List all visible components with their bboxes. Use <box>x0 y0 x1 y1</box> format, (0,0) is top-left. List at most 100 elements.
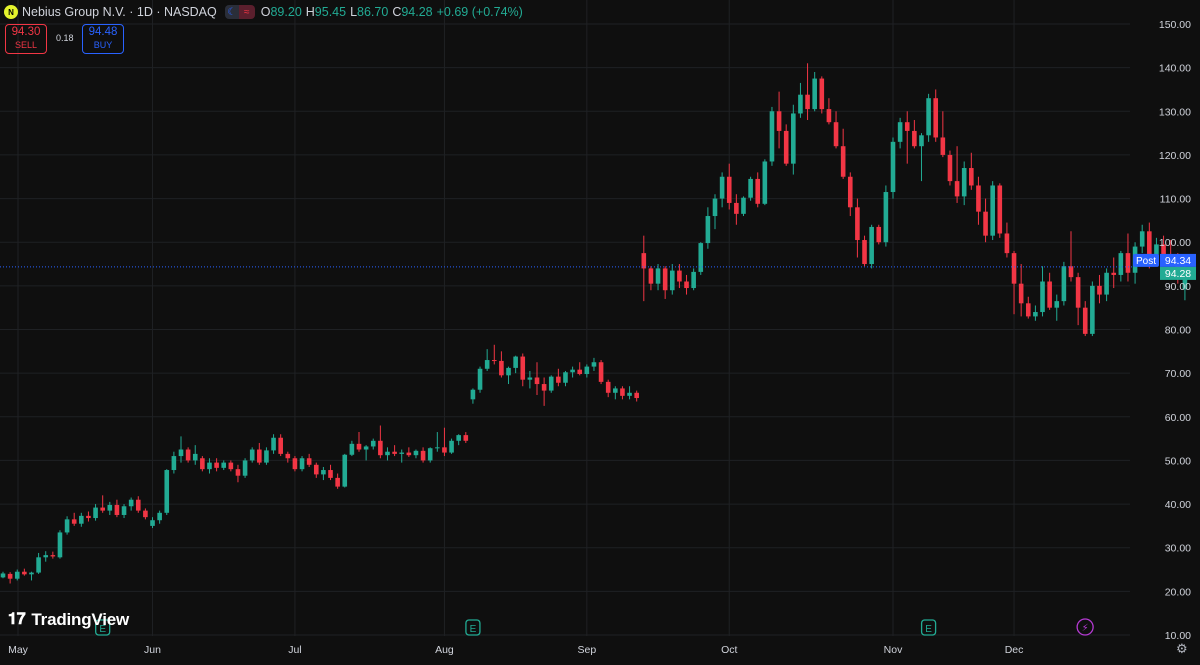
candle-body <box>726 176 732 203</box>
earnings-icon[interactable]: E <box>920 619 937 636</box>
candle <box>271 434 276 454</box>
earnings-icon[interactable]: E <box>465 619 481 636</box>
candle-body <box>734 202 739 214</box>
candle-body <box>605 381 611 393</box>
price-axis[interactable]: 10.0020.0030.0040.0050.0060.0070.0080.00… <box>1133 19 1196 642</box>
candle <box>143 508 148 520</box>
candle <box>897 117 903 149</box>
candle-body <box>463 435 469 441</box>
candle-body <box>862 240 867 265</box>
candle <box>449 438 454 454</box>
candle-body <box>378 440 383 456</box>
candle <box>620 386 625 400</box>
candle-body <box>299 458 305 470</box>
buy-label: BUY <box>93 40 113 50</box>
candle <box>121 504 127 519</box>
candle-body <box>890 141 896 193</box>
dividend-icon[interactable]: ⚡ <box>1076 618 1094 636</box>
candle-body <box>805 94 810 110</box>
candle-body <box>826 109 832 123</box>
candle-body <box>264 450 269 463</box>
candle <box>1125 233 1131 282</box>
symbol-title[interactable]: Nebius Group N.V. · 1D · NASDAQ <box>22 5 217 19</box>
candle <box>57 530 63 559</box>
close-label: C <box>392 5 402 19</box>
candle-body <box>22 571 27 575</box>
candle-body <box>677 270 682 282</box>
spread-value: 0.18 <box>56 33 74 43</box>
candle-body <box>71 519 77 524</box>
candle <box>292 456 298 472</box>
candle-body <box>1061 266 1067 302</box>
tradingview-logo[interactable]: 𝟏𝟕 TradingView <box>8 610 129 630</box>
candle-body <box>876 226 882 243</box>
candle-body <box>840 146 846 177</box>
candle <box>242 458 248 478</box>
candle-body <box>648 268 654 284</box>
time-axis[interactable]: May Jun Jul Aug Sep Oct Nov Dec <box>8 644 1023 656</box>
candle <box>1097 274 1102 304</box>
time-tick-label: Jul <box>288 644 301 656</box>
earnings-marker-label: E <box>470 624 477 635</box>
sell-label: SELL <box>14 40 38 50</box>
candle <box>769 106 775 166</box>
candle-body <box>1025 303 1031 317</box>
candle-body <box>904 122 910 131</box>
buy-button[interactable]: 94.48 BUY <box>82 24 124 54</box>
candle <box>641 235 647 302</box>
chart-grid <box>0 0 1130 636</box>
candle <box>378 425 383 459</box>
candle-body <box>548 376 554 391</box>
high-value: 95.45 <box>314 5 347 19</box>
candle <box>869 224 874 269</box>
candle-body <box>93 507 98 519</box>
candle-body <box>235 469 241 476</box>
price-tick-label: 70.00 <box>1165 368 1191 380</box>
candle-body <box>399 452 405 454</box>
candle-body <box>926 98 931 136</box>
candle <box>919 133 924 182</box>
candle <box>556 368 561 387</box>
candle <box>1082 301 1088 337</box>
candle-body <box>484 360 490 369</box>
candle-body <box>499 360 504 376</box>
candle <box>356 432 362 452</box>
price-tick-label: 80.00 <box>1165 325 1191 337</box>
candle-body <box>1054 301 1060 308</box>
candle <box>677 264 682 289</box>
candle-body <box>762 161 768 204</box>
candle <box>200 456 205 472</box>
candle <box>862 235 867 267</box>
candle-body <box>100 507 105 511</box>
candle <box>1011 250 1017 315</box>
sell-button[interactable]: 94.30 SELL <box>5 24 47 54</box>
candlestick-chart[interactable]: 10.0020.0030.0040.0050.0060.0070.0080.00… <box>0 0 1200 665</box>
candle-body <box>406 452 412 456</box>
candle <box>150 517 155 529</box>
candle <box>299 456 305 472</box>
candle <box>990 181 995 241</box>
candle-body <box>741 197 746 214</box>
session-pill[interactable]: ☾ ≈ <box>224 5 255 19</box>
candle-body <box>449 440 454 453</box>
candle <box>840 128 846 179</box>
candle-body <box>157 512 162 521</box>
candle-body <box>769 111 775 162</box>
candle-body <box>491 360 497 362</box>
candle <box>1139 224 1145 254</box>
candle <box>997 183 1003 238</box>
candle <box>228 460 234 472</box>
price-tick-label: 150.00 <box>1159 19 1191 31</box>
candle-body <box>855 207 860 241</box>
post-label-text: Post <box>1136 256 1156 267</box>
candle-body <box>57 532 63 558</box>
candle <box>513 355 518 374</box>
candle <box>22 568 27 576</box>
price-tick-label: 60.00 <box>1165 412 1191 424</box>
event-markers[interactable]: E E E ⚡ <box>95 618 1094 636</box>
gear-icon[interactable]: ⚙ <box>1176 641 1188 657</box>
candle-body <box>976 185 981 212</box>
candle-body <box>164 470 170 513</box>
candle-body <box>0 573 6 578</box>
candle <box>1040 266 1045 317</box>
